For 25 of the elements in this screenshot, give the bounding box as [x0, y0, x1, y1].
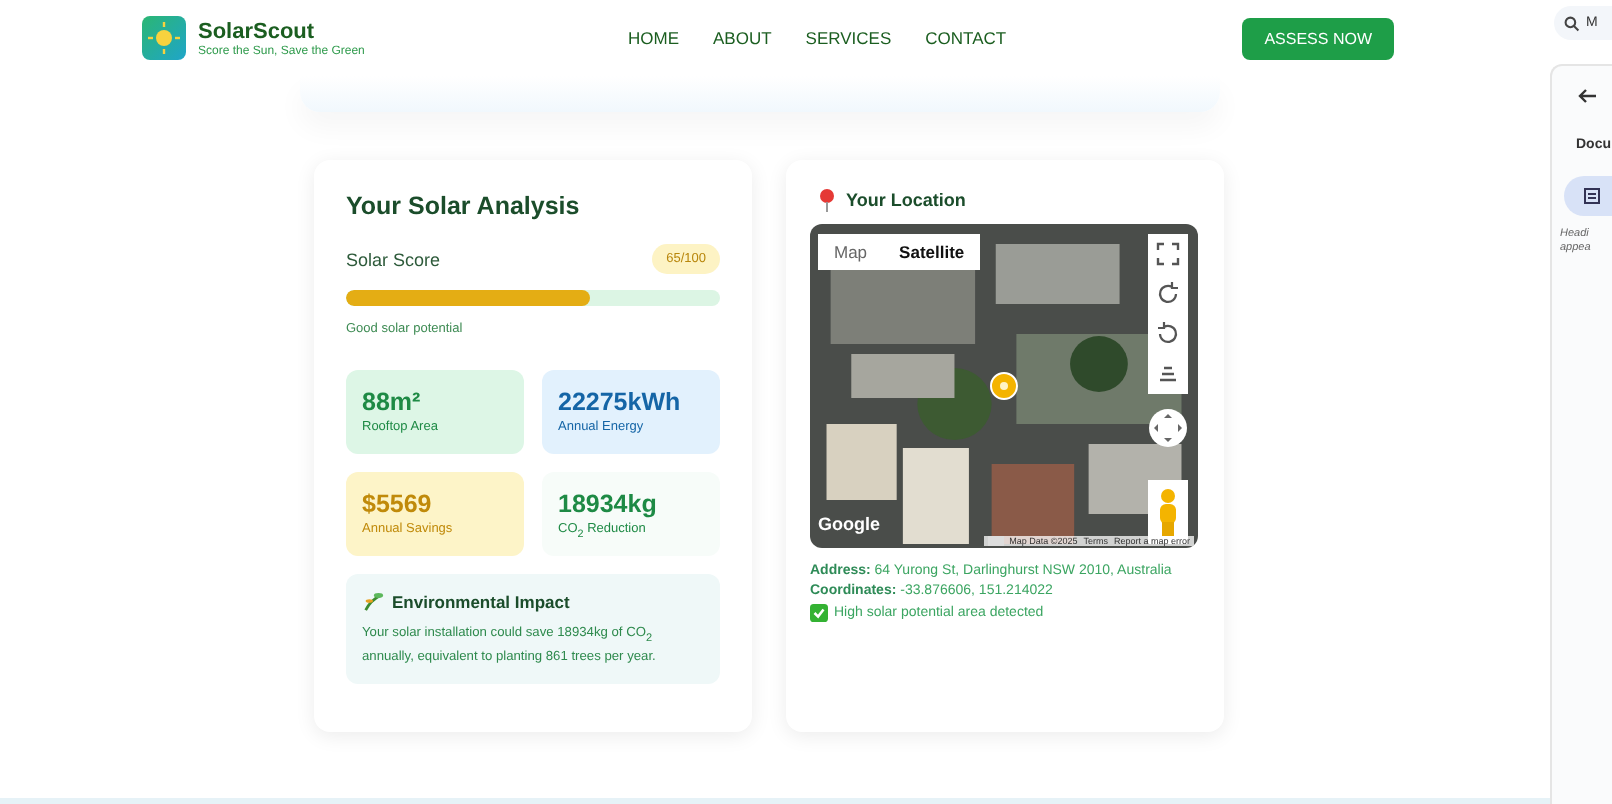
sun-logo-icon	[142, 16, 186, 60]
sprout-icon	[362, 590, 384, 612]
checkmark-icon	[810, 604, 828, 622]
stat-value: 18934kg	[558, 490, 659, 518]
nav-link[interactable]: CONTACT	[925, 28, 1007, 48]
search-icon	[1564, 15, 1580, 31]
impact-title: Environmental Impact	[392, 591, 570, 611]
stat-value: $5569	[362, 490, 434, 518]
nav-link[interactable]: HOME	[628, 28, 679, 48]
score-label: Solar Score	[346, 249, 441, 269]
card-title: Your Solar Analysis	[346, 192, 582, 220]
location-title: Your Location	[846, 190, 966, 210]
map-logo: Google	[818, 514, 880, 534]
nav-link[interactable]: SERVICES	[805, 28, 892, 48]
outline-button[interactable]	[1564, 176, 1612, 216]
pan-control-icon[interactable]	[1148, 408, 1188, 448]
stat-value: 22275kWh	[558, 388, 683, 416]
pin-icon	[818, 188, 836, 212]
brand-name: SolarScout	[198, 19, 317, 43]
stat-value: 88m²	[362, 388, 423, 416]
map-type-tab[interactable]: Satellite	[883, 234, 981, 270]
nav-link[interactable]: ABOUT	[713, 28, 772, 48]
map-type-tab[interactable]: Map	[818, 234, 884, 270]
document-icon	[1584, 188, 1600, 204]
back-arrow-icon[interactable]	[1578, 86, 1598, 106]
